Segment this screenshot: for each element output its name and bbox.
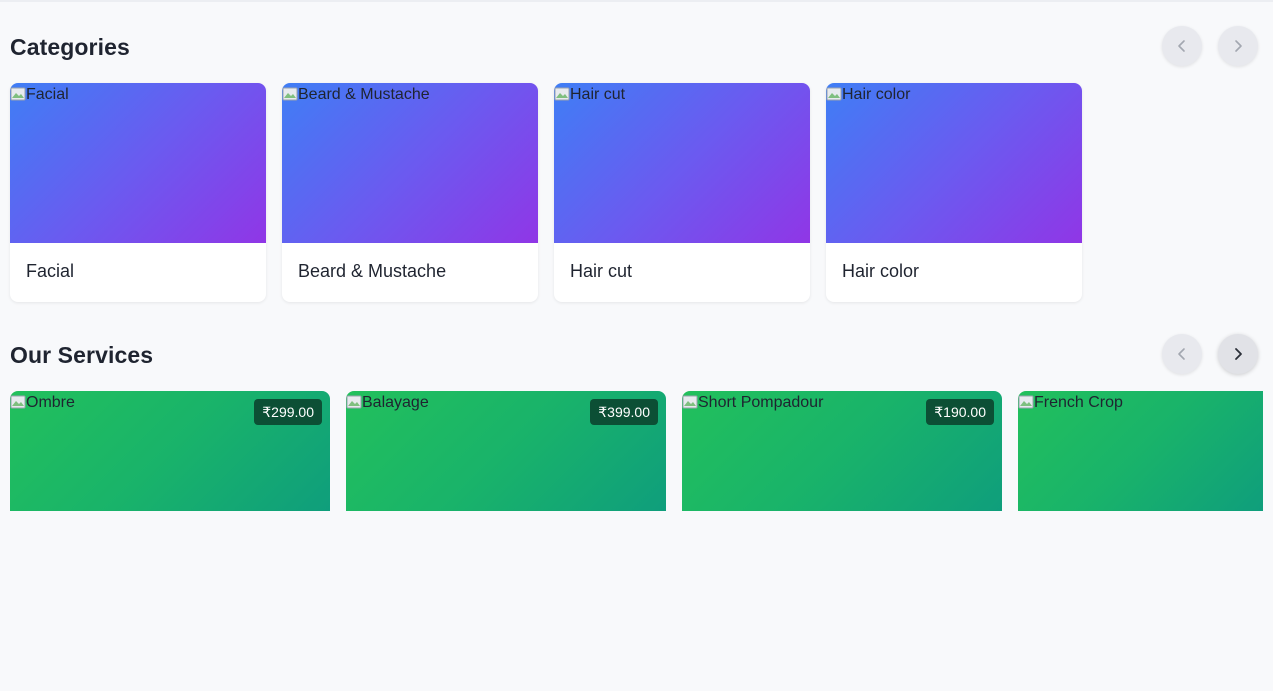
- image-alt-text: Hair cut: [554, 86, 625, 104]
- service-image: French Crop: [1018, 391, 1263, 511]
- categories-title: Categories: [10, 34, 130, 60]
- service-card-ombre[interactable]: Ombre ₹299.00: [10, 391, 330, 511]
- category-image: Hair color: [826, 83, 1082, 243]
- services-prev-button[interactable]: [1162, 334, 1202, 374]
- chevron-left-icon: [1178, 40, 1185, 52]
- category-image: Facial: [10, 83, 266, 243]
- category-card-beard-mustache[interactable]: Beard & Mustache Beard & Mustache: [282, 83, 538, 302]
- broken-image-icon: [682, 395, 698, 409]
- service-image: Ombre ₹299.00: [10, 391, 330, 511]
- category-label: Hair cut: [570, 261, 633, 281]
- broken-image-icon: [1018, 395, 1034, 409]
- image-alt-label: Facial: [26, 86, 69, 103]
- broken-image-icon: [554, 87, 570, 101]
- image-alt-label: Ombre: [26, 394, 75, 411]
- image-alt-text: Short Pompadour: [682, 394, 823, 412]
- broken-image-icon: [10, 87, 26, 101]
- image-alt-label: Hair cut: [570, 86, 626, 103]
- image-alt-label: Beard & Mustache: [298, 86, 430, 103]
- service-card-short-pompadour[interactable]: Short Pompadour ₹190.00: [682, 391, 1002, 511]
- category-image: Hair cut: [554, 83, 810, 243]
- price-badge: ₹299.00: [254, 399, 322, 425]
- broken-image-icon: [10, 395, 26, 409]
- broken-image-icon: [346, 395, 362, 409]
- image-alt-label: Balayage: [362, 394, 429, 411]
- category-card-hair-color[interactable]: Hair color Hair color: [826, 83, 1082, 302]
- image-alt-label: Hair color: [842, 86, 911, 103]
- image-alt-label: French Crop: [1034, 394, 1123, 411]
- top-divider: [0, 0, 1273, 2]
- image-alt-text: Ombre: [10, 394, 75, 412]
- services-title: Our Services: [10, 342, 154, 368]
- category-card-hair-cut[interactable]: Hair cut Hair cut: [554, 83, 810, 302]
- broken-image-icon: [282, 87, 298, 101]
- categories-prev-button[interactable]: [1162, 26, 1202, 66]
- service-image: Balayage ₹399.00: [346, 391, 666, 511]
- image-alt-text: Facial: [10, 86, 69, 104]
- category-card-facial[interactable]: Facial Facial: [10, 83, 266, 302]
- category-label: Hair color: [842, 261, 920, 281]
- category-label: Beard & Mustache: [298, 261, 447, 281]
- broken-image-icon: [826, 87, 842, 101]
- chevron-right-icon: [1235, 40, 1242, 52]
- image-alt-text: Hair color: [826, 86, 910, 104]
- image-alt-text: Beard & Mustache: [282, 86, 430, 104]
- service-card-balayage[interactable]: Balayage ₹399.00: [346, 391, 666, 511]
- chevron-left-icon: [1178, 348, 1185, 360]
- service-image: Short Pompadour ₹190.00: [682, 391, 1002, 511]
- service-card-french-crop[interactable]: French Crop: [1018, 391, 1263, 511]
- category-label: Facial: [26, 261, 75, 281]
- categories-next-button[interactable]: [1218, 26, 1258, 66]
- services-next-button[interactable]: [1218, 334, 1258, 374]
- price-badge: ₹399.00: [590, 399, 658, 425]
- category-image: Beard & Mustache: [282, 83, 538, 243]
- image-alt-text: Balayage: [346, 394, 429, 412]
- chevron-right-icon: [1235, 348, 1242, 360]
- image-alt-label: Short Pompadour: [698, 394, 824, 411]
- image-alt-text: French Crop: [1018, 394, 1123, 412]
- price-badge: ₹190.00: [926, 399, 994, 425]
